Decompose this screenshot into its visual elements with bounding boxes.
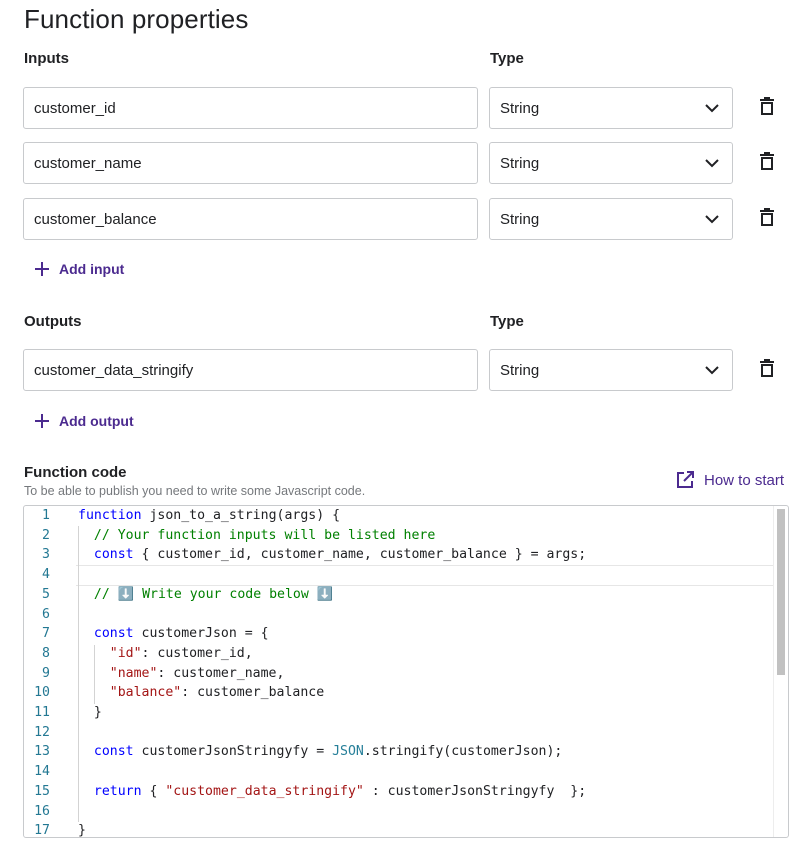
output-type-value: String — [500, 361, 540, 379]
line-number: 15 — [34, 783, 50, 799]
code-line[interactable]: 10 "balance": customer_balance — [24, 683, 788, 703]
code-text: const customerJson = { — [93, 626, 269, 642]
code-line[interactable]: 4 — [24, 565, 788, 585]
trash-icon — [760, 358, 774, 382]
output-name-field[interactable]: customer_data_stringify — [23, 349, 478, 391]
how-to-start-label: How to start — [704, 471, 785, 489]
line-number: 3 — [42, 547, 50, 563]
code-line[interactable]: 16 — [24, 802, 788, 822]
trash-icon — [760, 96, 774, 120]
input-type-select[interactable]: String — [489, 142, 733, 184]
code-line[interactable]: 9 "name": customer_name, — [24, 664, 788, 684]
code-line[interactable]: 3 const { customer_id, customer_name, cu… — [24, 545, 788, 565]
trash-icon — [760, 151, 774, 175]
line-number: 10 — [34, 685, 50, 701]
input-name-field[interactable]: customer_balance — [23, 198, 478, 240]
code-line[interactable]: 2 // Your function inputs will be listed… — [24, 526, 788, 546]
delete-input-button[interactable] — [758, 96, 776, 120]
code-text: "name": customer_name, — [109, 665, 285, 681]
input-name-field[interactable]: customer_id — [23, 87, 478, 129]
editor-scrollbar-thumb[interactable] — [777, 509, 785, 675]
delete-input-button[interactable] — [758, 207, 776, 231]
output-name-value: customer_data_stringify — [34, 361, 194, 379]
function-code-label: Function code — [24, 464, 127, 481]
code-text: function json_to_a_string(args) { — [78, 508, 341, 523]
code-line[interactable]: 13 const customerJsonStringyfy = JSON.st… — [24, 742, 788, 762]
line-number: 4 — [42, 567, 50, 583]
code-text: // Your function inputs will be listed h… — [93, 527, 436, 543]
add-input-label: Add input — [59, 261, 125, 277]
line-number: 12 — [34, 724, 50, 740]
inputs-type-label: Type — [490, 50, 524, 67]
code-line[interactable]: 14 — [24, 762, 788, 782]
open-in-new-icon — [676, 471, 694, 489]
code-text: // ⬇️ Write your code below ⬇️ — [93, 586, 334, 602]
page-title: Function properties — [24, 4, 249, 34]
code-line[interactable]: 11 } — [24, 703, 788, 723]
line-number: 14 — [34, 764, 50, 780]
input-type-value: String — [500, 210, 540, 228]
input-type-value: String — [500, 99, 540, 117]
how-to-start-link[interactable]: How to start — [676, 471, 784, 489]
input-name-value: customer_id — [34, 99, 116, 117]
chevron-down-icon — [704, 211, 720, 227]
add-output-label: Add output — [59, 413, 134, 429]
line-number: 13 — [34, 744, 50, 760]
code-text: return { "customer_data_stringify" : cus… — [93, 783, 587, 799]
code-text: "balance": customer_balance — [109, 685, 325, 701]
outputs-label: Outputs — [24, 313, 82, 330]
plus-icon — [34, 413, 50, 429]
input-name-value: customer_balance — [34, 210, 157, 228]
code-text: } — [78, 705, 102, 720]
add-output-button[interactable]: Add output — [34, 413, 134, 429]
code-line[interactable]: 6 — [24, 605, 788, 625]
code-editor[interactable]: 1 function json_to_a_string(args) { 2 // Y… — [23, 505, 789, 838]
line-number: 9 — [42, 665, 50, 681]
delete-input-button[interactable] — [758, 151, 776, 175]
line-number: 5 — [42, 586, 50, 602]
code-line[interactable]: 5 // ⬇️ Write your code below ⬇️ — [24, 585, 788, 605]
line-number: 11 — [34, 705, 50, 720]
trash-icon — [760, 207, 774, 231]
input-type-select[interactable]: String — [489, 87, 733, 129]
line-number: 16 — [34, 803, 50, 819]
code-line[interactable]: 7 const customerJson = { — [24, 624, 788, 644]
plus-icon — [34, 261, 50, 277]
code-line[interactable]: 15 return { "customer_data_stringify" : … — [24, 782, 788, 802]
input-type-select[interactable]: String — [489, 198, 733, 240]
code-text: const customerJsonStringyfy = JSON.strin… — [93, 744, 563, 760]
chevron-down-icon — [704, 100, 720, 116]
function-code-hint: To be able to publish you need to write … — [24, 484, 366, 498]
code-line[interactable]: 1 function json_to_a_string(args) { — [24, 506, 788, 526]
input-name-field[interactable]: customer_name — [23, 142, 478, 184]
code-text: "id": customer_id, — [109, 645, 253, 661]
code-line[interactable]: 17} — [24, 821, 788, 838]
inputs-label: Inputs — [24, 50, 69, 67]
line-number: 7 — [42, 626, 50, 642]
line-number: 8 — [42, 645, 50, 661]
line-number: 6 — [42, 606, 50, 622]
line-number: 17 — [34, 823, 50, 838]
code-line[interactable]: 12 — [24, 723, 788, 743]
line-number: 2 — [42, 527, 50, 543]
delete-output-button[interactable] — [758, 358, 776, 382]
input-type-value: String — [500, 154, 540, 172]
output-type-select[interactable]: String — [489, 349, 733, 391]
line-number: 1 — [42, 508, 50, 523]
code-line[interactable]: 8 "id": customer_id, — [24, 644, 788, 664]
add-input-button[interactable]: Add input — [34, 261, 124, 277]
code-text: } — [78, 823, 86, 838]
code-text: const { customer_id, customer_name, cust… — [93, 547, 587, 563]
input-name-value: customer_name — [34, 154, 142, 172]
chevron-down-icon — [704, 362, 720, 378]
chevron-down-icon — [704, 155, 720, 171]
outputs-type-label: Type — [490, 313, 524, 330]
